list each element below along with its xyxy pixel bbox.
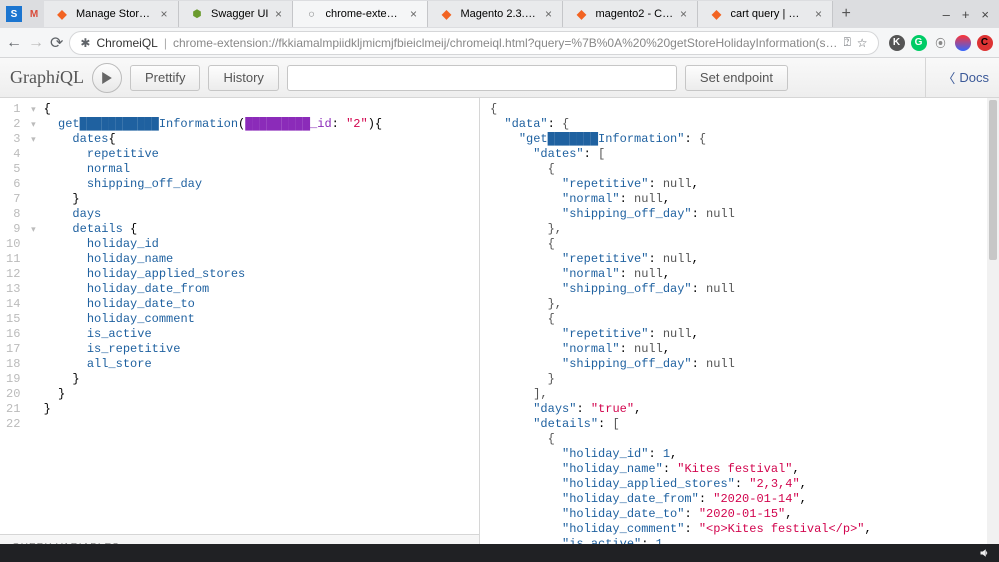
close-window-button[interactable]: × [979, 7, 991, 22]
reload-button[interactable]: ⟳ [50, 32, 63, 54]
result-viewer[interactable]: { "data": { "get███████Information": { "… [480, 98, 999, 562]
result-code: { "data": { "get███████Information": { "… [480, 102, 882, 562]
magento-icon: ◆ [438, 6, 454, 22]
browser-nav-bar: ← → ⟳ ✱ ChromeiQL | chrome-extension://f… [0, 28, 999, 58]
browser-tab[interactable]: ◆ Magento 2.3.3 Gettin… × [428, 1, 563, 27]
tab-title: cart query | Magento… [730, 8, 808, 20]
ext-icon[interactable]: K [889, 35, 905, 51]
forward-button[interactable]: → [28, 32, 44, 54]
ext-icon[interactable] [955, 35, 971, 51]
loading-icon: ◌ [303, 6, 319, 22]
url-text: chrome-extension://fkkiamalmpiidkljmicmj… [173, 36, 838, 50]
query-code[interactable]: { get███████████Information(█████████_id… [44, 102, 392, 432]
tab-title: Magento 2.3.3 Gettin… [460, 8, 538, 20]
extension-icons: K G ⦿ C [885, 35, 999, 51]
ext-icon[interactable]: ⦿ [933, 35, 949, 51]
ext-icon[interactable]: C [977, 35, 993, 51]
maximize-button[interactable]: + [960, 7, 972, 22]
line-gutter: 1 ▾2 ▾3 ▾4 5 6 7 8 9 ▾10 11 12 13 14 15 … [0, 102, 44, 432]
browser-tab[interactable]: ⬢ Swagger UI × [179, 1, 293, 27]
bookmark-icon[interactable]: ☆ [857, 36, 868, 50]
browser-tab[interactable]: ◆ magento2 - Create a c… × [563, 1, 698, 27]
back-button[interactable]: ← [6, 32, 22, 54]
history-button[interactable]: History [208, 65, 278, 91]
magento-icon: ◆ [573, 6, 589, 22]
play-icon [101, 72, 113, 84]
endpoint-input[interactable] [287, 65, 677, 91]
gmail-icon[interactable]: M [26, 6, 42, 22]
editor-area: 1 ▾2 ▾3 ▾4 5 6 7 8 9 ▾10 11 12 13 14 15 … [0, 98, 999, 562]
pinned-tab-icon[interactable]: S [6, 6, 22, 22]
volume-icon[interactable] [979, 547, 991, 559]
window-controls: – + × [933, 7, 999, 22]
browser-tabs: S M ◆ Manage Store / Mage… × ⬢ Swagger U… [0, 0, 999, 28]
new-tab-button[interactable]: + [833, 5, 858, 23]
url-bar[interactable]: ✱ ChromeiQL | chrome-extension://fkkiama… [69, 31, 878, 55]
browser-tab-active[interactable]: ◌ chrome-extension://fki… × [293, 1, 428, 27]
minimize-button[interactable]: – [941, 7, 952, 22]
tab-title: Swagger UI [211, 8, 268, 20]
close-icon[interactable]: × [272, 8, 284, 20]
close-icon[interactable]: × [158, 8, 170, 20]
scrollbar[interactable] [987, 98, 999, 562]
site-lock-icon: ✱ [80, 36, 90, 50]
url-origin: ChromeiQL [96, 36, 157, 50]
browser-tab[interactable]: ◆ Manage Store / Mage… × [44, 1, 179, 27]
swagger-icon: ⬢ [189, 6, 205, 22]
query-editor[interactable]: 1 ▾2 ▾3 ▾4 5 6 7 8 9 ▾10 11 12 13 14 15 … [0, 98, 479, 436]
translate-icon[interactable]: ⍰ [844, 35, 851, 50]
tab-title: chrome-extension://fki… [325, 8, 403, 20]
browser-tab[interactable]: ◆ cart query | Magento… × [698, 1, 833, 27]
execute-button[interactable] [92, 63, 122, 93]
magento-icon: ◆ [54, 6, 70, 22]
result-pane: { "data": { "get███████Information": { "… [480, 98, 999, 562]
graphiql-title: GraphiQL [10, 67, 84, 88]
close-icon[interactable]: × [812, 8, 824, 20]
query-pane: 1 ▾2 ▾3 ▾4 5 6 7 8 9 ▾10 11 12 13 14 15 … [0, 98, 480, 562]
close-icon[interactable]: × [677, 8, 689, 20]
set-endpoint-button[interactable]: Set endpoint [685, 65, 788, 91]
close-icon[interactable]: × [407, 8, 419, 20]
prettify-button[interactable]: Prettify [130, 65, 200, 91]
ext-icon[interactable]: G [911, 35, 927, 51]
graphiql-toolbar: GraphiQL Prettify History Set endpoint 〈… [0, 58, 999, 98]
close-icon[interactable]: × [542, 8, 554, 20]
tab-title: Manage Store / Mage… [76, 8, 154, 20]
magento-icon: ◆ [708, 6, 724, 22]
tab-title: magento2 - Create a c… [595, 8, 673, 20]
docs-button[interactable]: 〈 Docs [925, 58, 989, 97]
chevron-left-icon: 〈 [942, 68, 955, 87]
os-taskbar [0, 544, 999, 562]
